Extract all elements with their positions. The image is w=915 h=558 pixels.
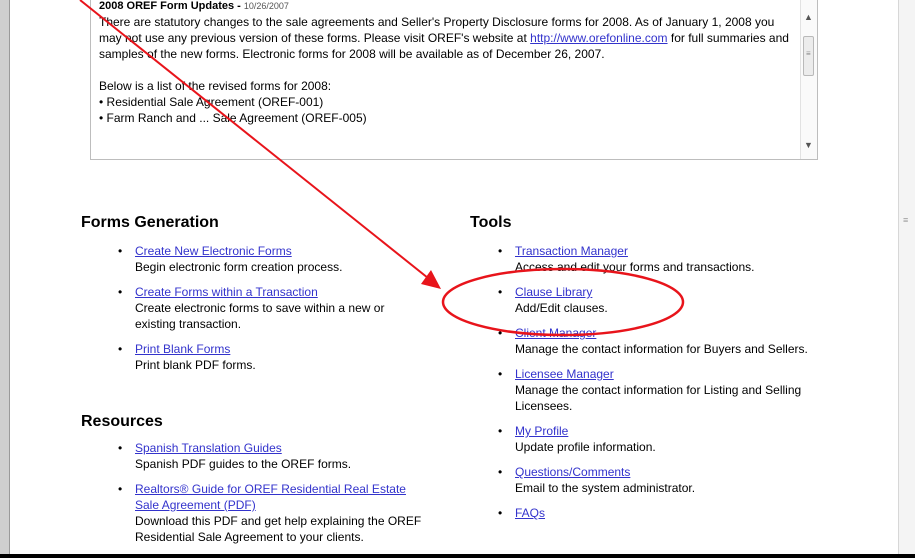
bullet-icon: •: [118, 285, 123, 299]
item-link[interactable]: My Profile: [515, 423, 820, 439]
list-item: • Print Blank Forms Print blank PDF forms.: [90, 341, 420, 373]
item-description: Manage the contact information for Buyer…: [515, 342, 808, 356]
scroll-thumb[interactable]: ≡: [803, 36, 814, 76]
window-frame-bottom: [0, 554, 915, 558]
forms-generation-heading: Forms Generation: [81, 214, 219, 231]
news-bullet-1: • Residential Sale Agreement (OREF-001): [99, 95, 324, 109]
item-description: Spanish PDF guides to the OREF forms.: [135, 457, 352, 471]
scroll-up-arrow-icon[interactable]: ▲: [804, 12, 813, 22]
bullet-icon: •: [118, 244, 123, 258]
news-title: 2008 OREF Form Updates: [99, 0, 235, 12]
orefonline-link[interactable]: http://www.orefonline.com: [530, 31, 667, 45]
scrollbar-grip-icon: ≡: [903, 215, 909, 225]
bullet-icon: •: [118, 441, 123, 455]
item-link[interactable]: Transaction Manager: [515, 243, 820, 259]
item-link[interactable]: Questions/Comments: [515, 464, 820, 480]
news-date: 10/26/2007: [243, 1, 289, 11]
list-item: • Realtors® Guide for OREF Residential Re…: [90, 481, 430, 545]
news-scrollbar[interactable]: ▲ ≡ ▼: [800, 0, 817, 159]
news-content: 2008 OREF Form Updates - 10/26/2007 Ther…: [99, 0, 789, 126]
item-link[interactable]: Print Blank Forms: [135, 341, 420, 357]
news-bullet-2: • Farm Ranch and ... Sale Agreement (ORE…: [99, 111, 367, 125]
item-link[interactable]: Realtors® Guide for OREF Residential Rea…: [135, 481, 430, 513]
list-item: • Client Manager Manage the contact inform…: [470, 325, 820, 357]
item-link[interactable]: FAQs: [515, 505, 820, 521]
list-item: • Clause Library Add/Edit clauses.: [470, 284, 820, 316]
news-title-separator: -: [234, 0, 244, 12]
bullet-icon: •: [498, 424, 503, 438]
news-paragraph-2: Below is a list of the revised forms for…: [99, 79, 332, 93]
resources-list: • Spanish Translation Guides Spanish PDF g…: [90, 440, 430, 554]
tools-list: • Transaction Manager Access and edit your…: [470, 243, 820, 530]
item-description: Email to the system administrator.: [515, 481, 696, 495]
item-link[interactable]: Client Manager: [515, 325, 820, 341]
item-description: Begin electronic form creation process.: [135, 260, 343, 274]
news-paragraph-1: There are statutory changes to the sale …: [99, 14, 789, 62]
bullet-icon: •: [498, 506, 503, 520]
list-item: • Licensee Manager Manage the contact info…: [470, 366, 820, 414]
item-link[interactable]: Spanish Translation Guides: [135, 440, 430, 456]
bullet-icon: •: [498, 367, 503, 381]
list-item: • Create Forms within a Transaction Create…: [90, 284, 420, 332]
list-item: • Transaction Manager Access and edit your…: [470, 243, 820, 275]
item-link[interactable]: Create Forms within a Transaction: [135, 284, 420, 300]
forms-generation-list: • Create New Electronic Forms Begin electr…: [90, 243, 420, 382]
annotation-arrow-head: [421, 270, 441, 289]
item-description: Manage the contact information for Listi…: [515, 383, 802, 413]
bullet-icon: •: [118, 342, 123, 356]
item-description: Update profile information.: [515, 440, 656, 454]
bullet-icon: •: [498, 285, 503, 299]
bullet-icon: •: [118, 482, 123, 496]
list-item: • Questions/Comments Email to the system a…: [470, 464, 820, 496]
item-description: Add/Edit clauses.: [515, 301, 608, 315]
item-link[interactable]: Licensee Manager: [515, 366, 820, 382]
window-frame-left: [0, 0, 10, 558]
item-description: Download this PDF and get help explainin…: [135, 514, 422, 544]
news-title-line: 2008 OREF Form Updates - 10/26/2007: [99, 0, 789, 14]
bullet-icon: •: [498, 326, 503, 340]
item-description: Create electronic forms to save within a…: [135, 301, 385, 331]
list-item: • Spanish Translation Guides Spanish PDF g…: [90, 440, 430, 472]
list-item: • Create New Electronic Forms Begin electr…: [90, 243, 420, 275]
list-item: • FAQs: [470, 505, 820, 521]
tools-heading: Tools: [470, 214, 512, 231]
item-link[interactable]: Clause Library: [515, 284, 820, 300]
page-scrollbar[interactable]: ≡: [898, 0, 915, 558]
thumb-grip-icon: ≡: [806, 49, 811, 58]
item-link[interactable]: Create New Electronic Forms: [135, 243, 420, 259]
bullet-icon: •: [498, 465, 503, 479]
bullet-icon: •: [498, 244, 503, 258]
news-panel: 2008 OREF Form Updates - 10/26/2007 Ther…: [90, 0, 818, 160]
scroll-down-arrow-icon[interactable]: ▼: [804, 140, 813, 150]
item-description: Print blank PDF forms.: [135, 358, 256, 372]
list-item: • My Profile Update profile information.: [470, 423, 820, 455]
resources-heading: Resources: [81, 413, 163, 430]
item-description: Access and edit your forms and transacti…: [515, 260, 755, 274]
